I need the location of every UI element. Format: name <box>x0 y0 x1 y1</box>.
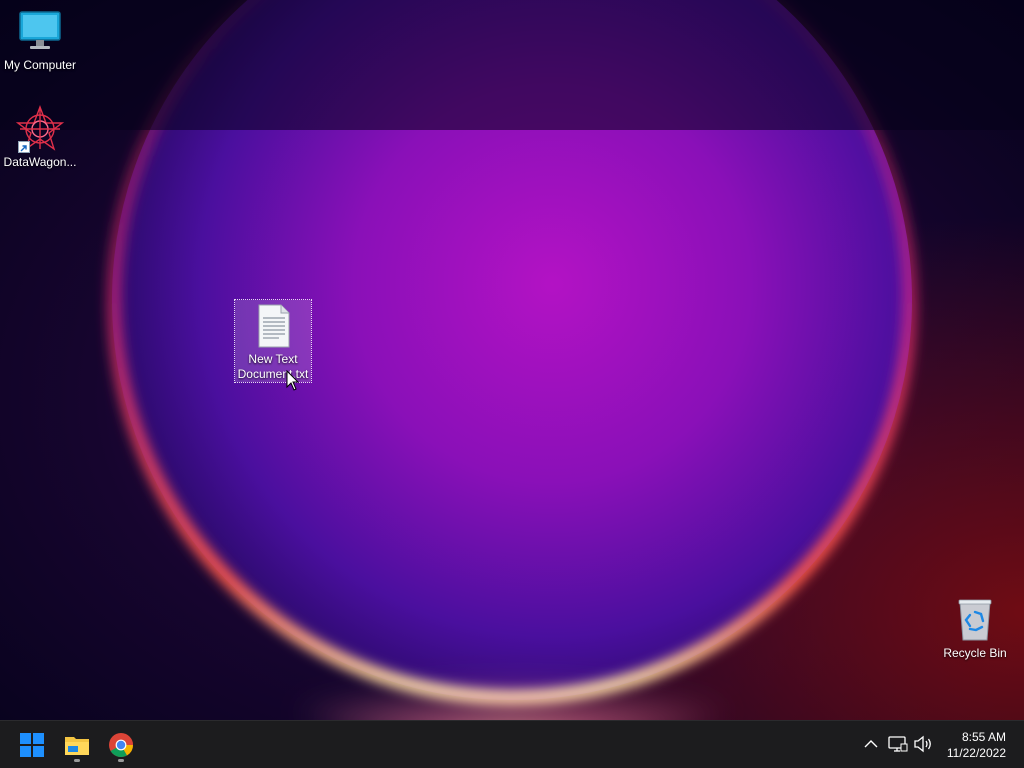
chevron-up-icon <box>864 740 878 748</box>
windows-start-icon <box>20 733 44 757</box>
wallpaper <box>0 0 1024 720</box>
chrome-button[interactable] <box>103 727 139 763</box>
network-tray-button[interactable] <box>887 733 909 755</box>
text-document-icon <box>249 302 297 350</box>
desktop-icon-recycle-bin[interactable]: Recycle Bin <box>935 596 1015 661</box>
desktop-icon-label: My Computer <box>3 58 77 72</box>
desktop-icon-datawagon[interactable]: DataWagon... <box>0 105 80 170</box>
desktop-icon-label: DataWagon... <box>3 155 77 169</box>
desktop-icon-my-computer[interactable]: My Computer <box>0 8 80 73</box>
desktop[interactable]: My Computer DataWagon... New Text Docume… <box>0 0 1024 720</box>
chrome-icon <box>109 733 133 758</box>
mouse-cursor-icon <box>286 370 300 391</box>
monitor-icon <box>16 8 64 56</box>
running-indicator <box>118 759 124 762</box>
recycle-bin-icon <box>951 596 999 644</box>
file-explorer-button[interactable] <box>59 727 95 763</box>
show-hidden-icons-button[interactable] <box>860 733 882 755</box>
folder-icon <box>65 737 89 755</box>
running-indicator <box>74 759 80 762</box>
datawagon-app-icon <box>15 105 65 153</box>
clock-time: 8:55 AM <box>961 730 1006 744</box>
start-button[interactable] <box>14 727 50 763</box>
volume-tray-button[interactable] <box>912 733 934 755</box>
taskbar-clock[interactable]: 8:55 AM 11/22/2022 <box>947 729 1006 761</box>
shortcut-arrow-icon <box>18 141 30 153</box>
taskbar: 8:55 AM 11/22/2022 <box>0 720 1024 768</box>
desktop-icon-label: Recycle Bin <box>943 646 1007 660</box>
network-icon <box>888 736 908 752</box>
volume-icon <box>914 735 931 753</box>
clock-date: 11/22/2022 <box>946 746 1006 760</box>
